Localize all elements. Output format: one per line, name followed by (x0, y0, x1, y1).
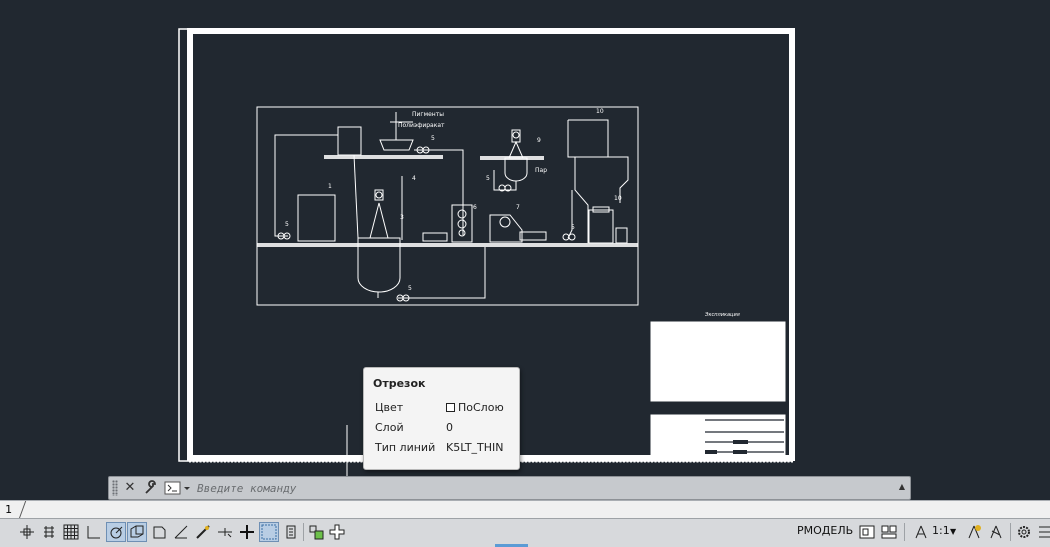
command-input[interactable] (197, 478, 887, 498)
tooltip-row-color: Цвет ПоСлою (375, 401, 515, 415)
title-block (650, 321, 786, 456)
drawing-viewport[interactable]: Экспликация Пигменты Полиэфиракат Пар 1 … (0, 0, 1050, 500)
customization-icon[interactable] (1035, 522, 1050, 542)
object-snap-tracking-icon[interactable] (149, 522, 169, 542)
tooltip-title: Отрезок (373, 377, 426, 390)
label-pigments: Пигменты (412, 111, 444, 118)
color-swatch-icon (446, 403, 455, 412)
object-snap-icon[interactable] (171, 522, 191, 542)
transparency-icon[interactable] (215, 522, 235, 542)
selection-cycling-icon[interactable] (259, 522, 279, 542)
model-space-label[interactable]: РМОДЕЛЬ (797, 524, 853, 537)
wrench-icon[interactable] (142, 479, 160, 497)
annotation-visibility-icon[interactable] (964, 522, 984, 542)
callout-10a: 10 (596, 108, 604, 115)
callout-5d: 5 (408, 285, 412, 292)
tooltip-row-linetype: Тип линий K5LT_THIN (375, 441, 515, 455)
tooltip-row-layer: Слой 0 (375, 421, 515, 435)
annotation-scale-icon[interactable] (911, 522, 931, 542)
snap-grid-icon[interactable] (39, 522, 59, 542)
snap-cursor-icon[interactable] (17, 522, 37, 542)
callout-7: 7 (516, 204, 520, 211)
annotation-scale-value[interactable]: 1:1 (932, 524, 950, 537)
tooltip-value: ПоСлою (458, 401, 504, 414)
status-bar: РМОДЕЛЬ 1:1 ▼ (0, 518, 1050, 547)
callout-10b: 10 (614, 195, 622, 202)
lineweight-icon[interactable] (193, 522, 213, 542)
gear-icon[interactable] (1014, 522, 1034, 542)
layout-tab[interactable]: 1 (0, 501, 27, 518)
tooltip-value: K5LT_THIN (446, 441, 504, 454)
label-polyester: Полиэфиракат (398, 122, 445, 129)
callout-5c: 5 (486, 175, 490, 182)
tooltip-value: 0 (446, 421, 453, 434)
annotation-monitor-icon[interactable] (281, 522, 301, 542)
auto-scale-icon[interactable] (986, 522, 1006, 542)
valves (277, 146, 576, 302)
tooltip-key: Цвет (375, 401, 404, 414)
drawing-canvas[interactable]: Экспликация Пигменты Полиэфиракат Пар 1 … (0, 0, 1050, 500)
layout-tabs: 1 (0, 500, 1050, 518)
callout-5b: 5 (285, 221, 289, 228)
callout-5a: 5 (431, 135, 435, 142)
tooltip-key: Тип линий (375, 441, 436, 454)
process-scheme (256, 106, 639, 306)
polar-tracking-icon[interactable] (106, 522, 126, 542)
callout-6: 6 (473, 204, 477, 211)
label-steam: Пар (535, 167, 547, 174)
callout-4: 4 (412, 175, 416, 182)
stamp-caption: Экспликация (704, 312, 740, 318)
ortho-icon[interactable] (83, 522, 103, 542)
isolate-objects-icon[interactable] (306, 522, 326, 542)
tooltip-key: Слой (375, 421, 404, 434)
expand-history-icon[interactable]: ▲ (897, 482, 907, 492)
dynamic-input-icon[interactable] (237, 522, 257, 542)
scale-dropdown-icon[interactable]: ▼ (950, 527, 956, 536)
grid-display-icon[interactable] (61, 522, 81, 542)
callout-1: 1 (328, 183, 332, 190)
quick-view-drawings-icon[interactable] (879, 522, 899, 542)
properties-tooltip: Отрезок Цвет ПоСлою Слой 0 Тип линий K5L… (363, 367, 520, 470)
command-prompt-icon[interactable] (164, 480, 192, 497)
callout-5e: 5 (571, 224, 575, 231)
drag-handle[interactable] (112, 480, 118, 496)
command-line: ✕ ▲ (108, 476, 911, 500)
callout-9: 9 (537, 137, 541, 144)
isodraft-icon[interactable] (127, 522, 147, 542)
close-icon[interactable]: ✕ (122, 479, 138, 497)
callout-3: 3 (400, 214, 404, 221)
add-customize-icon[interactable] (327, 522, 347, 542)
quick-view-layouts-icon[interactable] (857, 522, 877, 542)
